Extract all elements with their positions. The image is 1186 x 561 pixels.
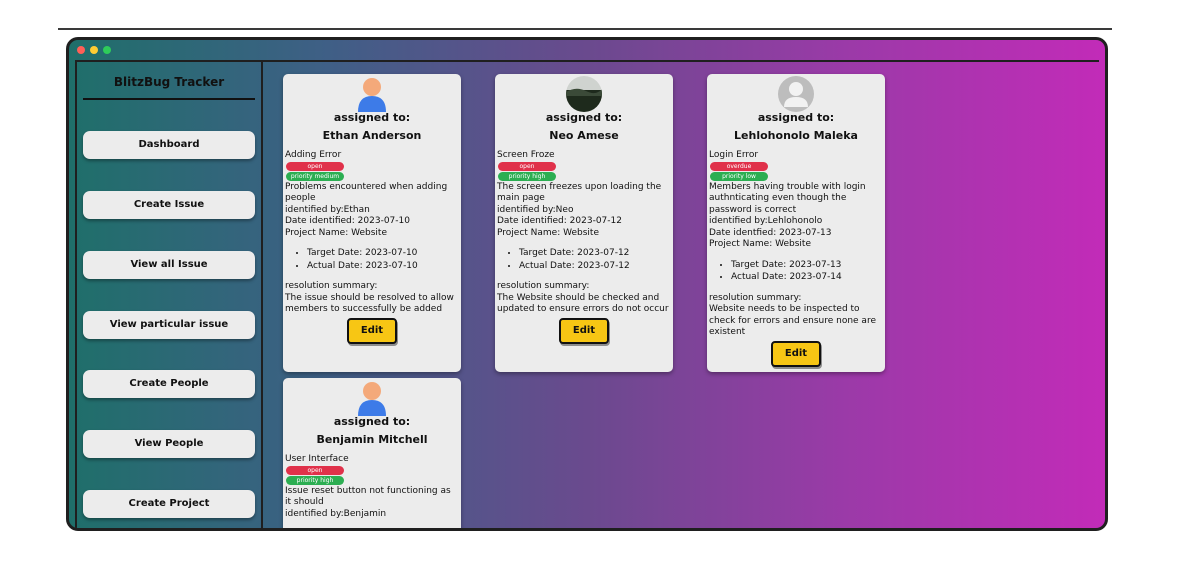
issue-title: Login Error <box>709 150 759 160</box>
actual-date: Actual Date: 2023-07-10 <box>307 261 459 273</box>
nav-view-all-issue-button[interactable]: View all Issue <box>83 251 255 279</box>
assignee-name: Lehlohonolo Maleka <box>734 128 858 142</box>
nav-dashboard-button[interactable]: Dashboard <box>83 131 255 159</box>
top-divider <box>58 28 1112 30</box>
sidebar: BlitzBug Tracker Dashboard Create Issue … <box>77 62 263 528</box>
status-badge: overdue <box>710 161 768 171</box>
nav-view-people-button[interactable]: View People <box>83 430 255 458</box>
resolution-label: resolution summary: <box>285 281 378 291</box>
window-titlebar <box>69 40 1105 60</box>
date-identified: Date identfied: 2023-07-13 <box>709 227 832 238</box>
nav-create-project-button[interactable]: Create Project <box>83 490 255 518</box>
project-name: Project Name: Website <box>285 227 387 238</box>
assigned-label: assigned to: <box>333 415 411 428</box>
identified-by: identified by:Benjamin <box>285 508 387 519</box>
maximize-window-icon[interactable] <box>103 46 111 54</box>
brand-title: BlitzBug Tracker <box>83 68 255 100</box>
target-date: Target Date: 2023-07-13 <box>731 260 883 272</box>
issue-description: Problems encountered when adding people <box>285 181 448 204</box>
edit-button[interactable]: Edit <box>771 340 821 367</box>
date-identified: Date identified: 2023-07-12 <box>497 216 622 226</box>
issue-description: Members having trouble with login authnt… <box>709 181 866 215</box>
assignee-name: Ethan Anderson <box>322 128 422 142</box>
issue-description: The screen freezes upon loading the main… <box>497 181 662 204</box>
actual-date: Actual Date: 2023-07-14 <box>731 272 883 284</box>
resolution-summary: The Website should be checked and update… <box>497 292 669 315</box>
issue-title: Screen Froze <box>497 150 555 160</box>
date-list: Target Date: 2023-07-10 Actual Date: 202… <box>307 248 459 272</box>
assignee-name: Benjamin Mitchell <box>316 432 428 446</box>
resolution-summary: Website needs to be inspected to check f… <box>709 304 876 337</box>
date-list: Target Date: 2023-07-12 Actual Date: 202… <box>519 248 671 272</box>
date-list: Target Date: 2023-07-13 Actual Date: 202… <box>731 260 883 284</box>
project-name: Project Name: Website <box>497 227 599 238</box>
issue-card: assigned to: Lehlohonolo Maleka Login Er… <box>707 74 885 372</box>
priority-badge: priority high <box>286 475 344 485</box>
issue-card: assigned to: Neo Amese Screen Froze open… <box>495 74 673 372</box>
photo-avatar <box>566 76 602 112</box>
person-icon <box>354 380 390 416</box>
status-badge: open <box>498 161 556 171</box>
nav-create-issue-button[interactable]: Create Issue <box>83 191 255 219</box>
app-window: BlitzBug Tracker Dashboard Create Issue … <box>66 37 1108 531</box>
target-date: Target Date: 2023-07-12 <box>519 248 671 260</box>
resolution-label: resolution summary: <box>497 281 590 291</box>
priority-badge: priority high <box>498 171 556 181</box>
identified-by: identified by:Neo <box>497 204 574 215</box>
default-user-icon <box>778 76 814 112</box>
edit-button[interactable]: Edit <box>559 317 609 344</box>
app-frame: BlitzBug Tracker Dashboard Create Issue … <box>75 60 1099 528</box>
priority-badge: priority low <box>710 171 768 181</box>
status-badge: open <box>286 161 344 171</box>
priority-badge: priority medium <box>286 171 344 181</box>
issue-title: User Interface <box>285 454 349 464</box>
identified-by: identified by:Ethan <box>285 204 370 215</box>
assigned-label: assigned to: <box>545 111 623 124</box>
nav-view-particular-issue-button[interactable]: View particular issue <box>83 311 255 339</box>
minimize-window-icon[interactable] <box>90 46 98 54</box>
issue-card: assigned to: Ethan Anderson Adding Error… <box>283 74 461 372</box>
assigned-label: assigned to: <box>757 111 835 124</box>
issue-card: assigned to: Benjamin Mitchell User Inte… <box>283 378 461 528</box>
actual-date: Actual Date: 2023-07-12 <box>519 261 671 273</box>
nav-create-people-button[interactable]: Create People <box>83 370 255 398</box>
assignee-name: Neo Amese <box>549 128 619 142</box>
resolution-label: resolution summary: <box>709 292 802 303</box>
date-identified: Date identified: 2023-07-10 <box>285 216 410 226</box>
issue-title: Adding Error <box>285 150 342 160</box>
identified-by: identified by:Lehlohonolo <box>709 216 823 226</box>
edit-button[interactable]: Edit <box>347 317 397 344</box>
target-date: Target Date: 2023-07-10 <box>307 248 459 260</box>
resolution-summary: The issue should be resolved to allow me… <box>285 292 454 315</box>
project-name: Project Name: Website <box>709 239 811 249</box>
person-icon <box>354 76 390 112</box>
close-window-icon[interactable] <box>77 46 85 54</box>
status-badge: open <box>286 465 344 475</box>
assigned-label: assigned to: <box>333 111 411 124</box>
issue-description: Issue reset button not functioning as it… <box>285 485 451 508</box>
issues-grid: assigned to: Ethan Anderson Adding Error… <box>265 62 1099 528</box>
